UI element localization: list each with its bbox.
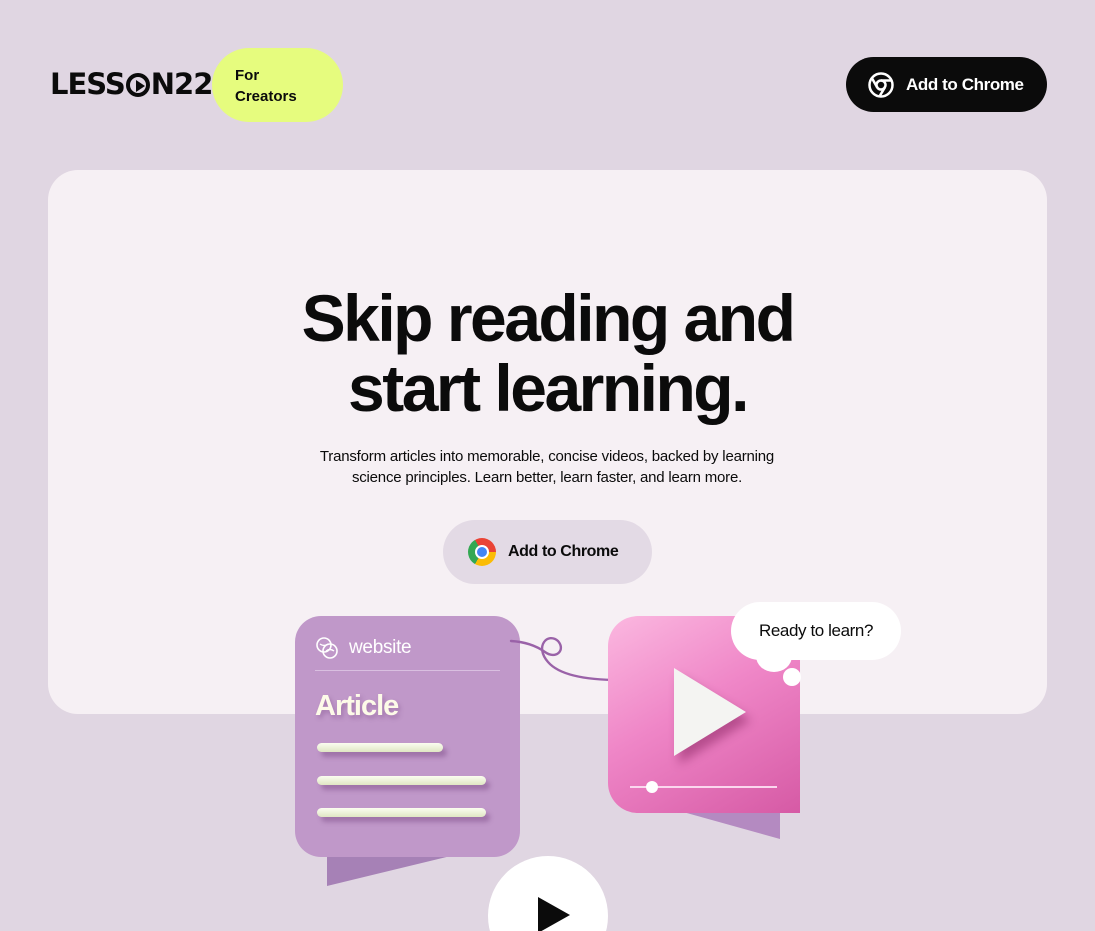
hero-headline: Skip reading and start learning. xyxy=(0,283,1095,423)
thought-bubble: Ready to learn? xyxy=(731,602,901,660)
hero-add-to-chrome-button[interactable]: Add to Chrome xyxy=(443,520,652,584)
chrome-icon xyxy=(868,71,894,98)
logo[interactable]: LESS N22 xyxy=(50,67,214,101)
for-creators-button[interactable]: For Creators xyxy=(212,48,343,122)
header-cta-label: Add to Chrome xyxy=(906,74,1024,94)
article-title: Article xyxy=(315,690,399,722)
header-add-to-chrome-button[interactable]: Add to Chrome xyxy=(846,57,1047,112)
hero-subtitle: Transform articles into memorable, conci… xyxy=(319,448,775,486)
logo-text-left: LESS xyxy=(50,67,126,101)
headline-line-2: start learning. xyxy=(348,351,749,425)
for-creators-label: For Creators xyxy=(235,67,297,105)
play-icon xyxy=(674,668,746,756)
logo-play-icon xyxy=(125,72,150,97)
thought-bubble-text: Ready to learn? xyxy=(758,621,874,640)
article-card: website Article xyxy=(295,616,520,857)
article-source: website xyxy=(315,636,412,660)
play-video-button[interactable] xyxy=(488,856,608,931)
article-text-line xyxy=(317,808,486,817)
article-divider xyxy=(315,670,500,671)
thought-bubble-dot xyxy=(783,668,801,686)
article-text-line xyxy=(317,743,443,752)
article-text-line xyxy=(317,776,486,785)
globe-icon xyxy=(316,637,338,659)
logo-text-right: N22 xyxy=(150,67,214,101)
video-progress-knob xyxy=(646,781,659,793)
article-source-label: website xyxy=(349,637,412,658)
hero-cta-label: Add to Chrome xyxy=(508,543,619,560)
headline-line-1: Skip reading and xyxy=(301,281,796,355)
chrome-color-icon xyxy=(468,538,496,566)
